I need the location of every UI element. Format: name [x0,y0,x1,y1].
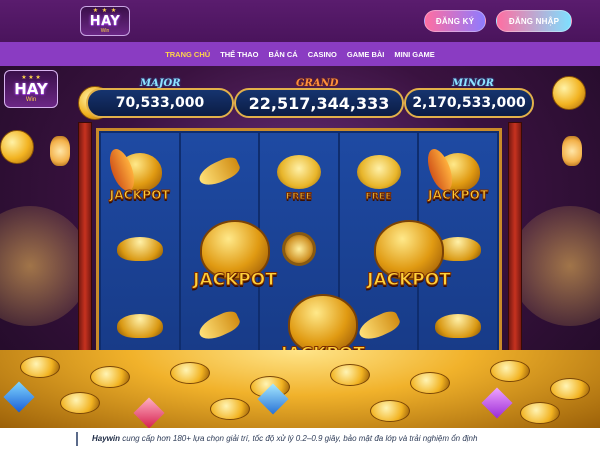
koi-fish-icon [196,308,243,345]
gold-coin-icon [490,360,530,382]
jackpot-symbol: JACKPOT [423,140,490,204]
koi-fish-symbol [187,294,251,358]
banner-logo: ★ ★ ★ HAY Win [4,70,58,108]
banner-logo-wordmark: HAY [14,79,48,98]
jackpot-grand-value: 22,517,344,333 [234,88,404,118]
light-glow [0,206,90,326]
free-symbol-label: FREE [365,191,392,202]
main-nav: Trang chủ Thể thao Bắn cá Casino Game bà… [0,42,600,66]
gold-coin-icon [20,356,60,378]
light-glow [510,206,600,326]
nav-item-home[interactable]: Trang chủ [165,50,210,59]
jackpot-symbol-label: JACKPOT [427,187,489,202]
gold-ingot-icon [435,314,482,339]
gold-coin-icon [60,392,100,414]
jackpot-symbol-label: JACKPOT [109,187,171,202]
nav-item-card-games[interactable]: Game bài [347,50,385,59]
nav-item-casino[interactable]: Casino [308,50,337,59]
banner-logo-subtitle: Win [25,96,37,103]
caption-text: cung cấp hơn 180+ lựa chọn giải trí, tốc… [120,434,478,443]
gold-ingot-symbol [108,217,172,281]
logo-subtitle: Win [100,28,110,34]
gold-coin-icon [170,362,210,384]
nav-item-sports[interactable]: Thể thao [220,50,258,59]
koi-fish-icon [196,153,243,190]
lantern-icon [562,136,582,166]
big-jackpot-label: JACKPOT [193,270,278,291]
gold-ingot-symbol [426,294,490,358]
caption-brand: Haywin [92,434,121,443]
nav-item-fishing[interactable]: Bắn cá [269,50,298,59]
free-symbol-label: FREE [285,191,313,202]
gold-ingot-symbol [108,294,172,358]
free-symbol: FREE [267,140,331,204]
gold-ingot-icon [116,236,163,261]
banner-caption: Haywin cung cấp hơn 180+ lựa chọn giải t… [76,432,596,446]
big-jackpot-symbol: JACKPOT [180,208,290,292]
money-tree-icon [356,154,401,189]
gold-coin-icon [550,378,590,400]
register-button[interactable]: Đăng ký [424,10,486,32]
gold-coin-icon [90,366,130,388]
gold-coin-icon [0,130,34,164]
site-logo[interactable]: ★ ★ ★ HAY Win [80,6,130,36]
gold-coin-icon [410,372,450,394]
koi-fish-symbol [187,140,251,204]
gold-coin-icon [520,402,560,424]
nav-item-mini-game[interactable]: Mini game [394,50,434,59]
site-header: ★ ★ ★ HAY Win Đăng ký Đăng nhập [0,0,600,42]
big-jackpot-symbol: JACKPOT [354,208,464,292]
big-jackpot-label: JACKPOT [367,270,452,291]
logo-wordmark: HAY [89,14,121,29]
gold-coin-icon [552,76,586,110]
gold-coin-icon [370,400,410,422]
gold-coin-icon [210,398,250,420]
login-button[interactable]: Đăng nhập [496,10,572,32]
gold-coin-icon [330,364,370,386]
lantern-icon [50,136,70,166]
jackpot-minor-value: 2,170,533,000 [404,88,534,118]
hero-banner[interactable]: ★ ★ ★ HAY Win Major 70,533,000 Grand 22,… [0,66,600,428]
gold-ingot-icon [116,314,163,339]
reel-column: JACKPOT [101,133,179,365]
jackpot-major-value: 70,533,000 [86,88,234,118]
free-symbol: FREE [347,140,411,204]
money-tree-icon [276,154,321,189]
jackpot-symbol: JACKPOT [104,140,172,204]
